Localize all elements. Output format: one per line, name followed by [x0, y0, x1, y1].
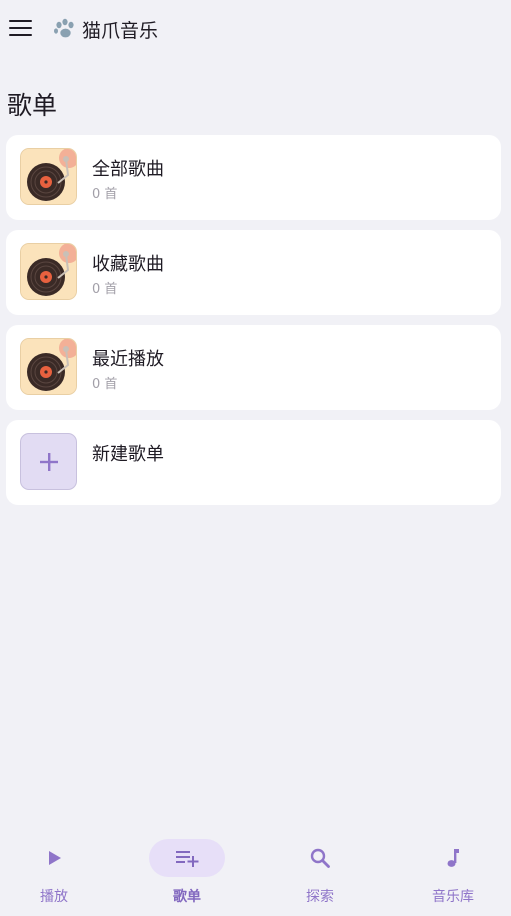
- playlist-card-recent[interactable]: 最近播放 0 首: [6, 325, 501, 410]
- add-tile: [20, 433, 77, 490]
- search-icon: [310, 848, 330, 868]
- nav-pill: [282, 839, 358, 877]
- playlist-count: 0 首: [92, 282, 118, 297]
- paw-icon: [54, 18, 74, 38]
- menu-icon-line: [8, 34, 32, 37]
- playlist-card-all-songs[interactable]: 全部歌曲 0 首: [6, 135, 501, 220]
- nav-label: 歌单: [173, 889, 201, 905]
- playlist-name: 收藏歌曲: [92, 254, 164, 275]
- playlist-count: 0 首: [92, 187, 118, 202]
- nav-tab-playlists[interactable]: 歌单: [123, 826, 251, 916]
- app-title-text: 猫爪音乐: [82, 19, 159, 42]
- new-playlist-label: 新建歌单: [92, 444, 164, 465]
- nav-tab-library[interactable]: 音乐库: [389, 826, 511, 916]
- playlist-cover: [20, 338, 77, 395]
- nav-tab-play[interactable]: 播放: [0, 826, 118, 916]
- playlist-cover: [20, 148, 77, 205]
- nav-label: 播放: [40, 889, 68, 905]
- nav-tab-explore[interactable]: 探索: [256, 826, 384, 916]
- new-playlist-button[interactable]: 新建歌单: [6, 420, 501, 505]
- record-player-icon: [21, 149, 76, 204]
- record-player-icon: [21, 339, 76, 394]
- menu-icon-line: [8, 26, 32, 30]
- page-title: 歌单: [7, 91, 58, 120]
- nav-label: 音乐库: [432, 889, 474, 905]
- nav-pill-active: [149, 839, 225, 877]
- top-app-bar: 猫爪音乐: [0, 0, 511, 58]
- nav-pill: [16, 839, 92, 877]
- nav-label: 探索: [306, 889, 334, 905]
- record-player-icon: [21, 244, 76, 299]
- music-note-icon: [447, 849, 459, 867]
- bottom-navigation: 播放 歌单 探索 音乐库: [0, 826, 511, 916]
- menu-icon-line: [8, 19, 32, 22]
- app-root: 猫爪音乐 歌单 全部歌曲 0 首 收藏歌曲 0 首 最近播放 0 首 新建歌单 …: [0, 0, 511, 916]
- playlist-count: 0 首: [92, 377, 118, 392]
- menu-button[interactable]: [4, 12, 36, 44]
- play-icon: [49, 851, 61, 865]
- playlist-name: 全部歌曲: [92, 159, 164, 180]
- playlist-card-favorites[interactable]: 收藏歌曲 0 首: [6, 230, 501, 315]
- playlist-cover: [20, 243, 77, 300]
- app-title: 猫爪音乐: [52, 16, 158, 42]
- playlist-add-icon: [176, 851, 199, 867]
- plus-icon: [39, 452, 58, 471]
- nav-pill: [415, 839, 491, 877]
- playlist-name: 最近播放: [92, 349, 164, 370]
